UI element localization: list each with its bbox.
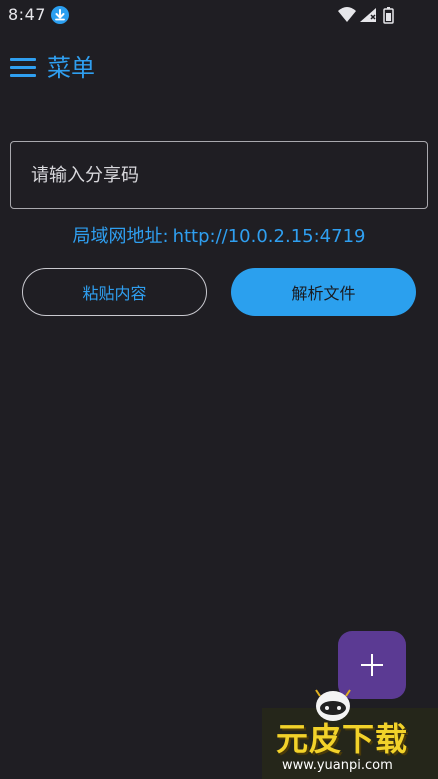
lan-address-url: http://10.0.2.15:4719 (172, 226, 366, 247)
status-time: 8:47 (8, 5, 46, 24)
watermark-title: 元皮下载 (276, 720, 409, 758)
watermark-logo: 元皮下载 www.yuanpi.com (262, 684, 438, 779)
wifi-icon (338, 7, 356, 22)
share-code-input[interactable] (10, 141, 428, 209)
status-bar: 8:47 (0, 0, 438, 30)
app-header: 菜单 (0, 48, 438, 88)
paste-content-button[interactable]: 粘贴内容 (22, 268, 207, 316)
hamburger-menu-icon[interactable] (10, 58, 36, 78)
parse-file-label: 解析文件 (291, 284, 356, 303)
lan-address-label: 局域网地址: (72, 226, 169, 247)
parse-file-button[interactable]: 解析文件 (231, 268, 416, 316)
download-circle-icon (51, 6, 69, 24)
paste-content-label: 粘贴内容 (82, 284, 147, 303)
battery-icon (383, 7, 394, 24)
watermark-url: www.yuanpi.com (282, 758, 393, 773)
status-icons (338, 6, 410, 24)
menu-title[interactable]: 菜单 (47, 51, 95, 85)
signal-icon (360, 8, 376, 22)
lan-address: 局域网地址: http://10.0.2.15:4719 (0, 224, 438, 250)
plus-icon (361, 654, 383, 676)
